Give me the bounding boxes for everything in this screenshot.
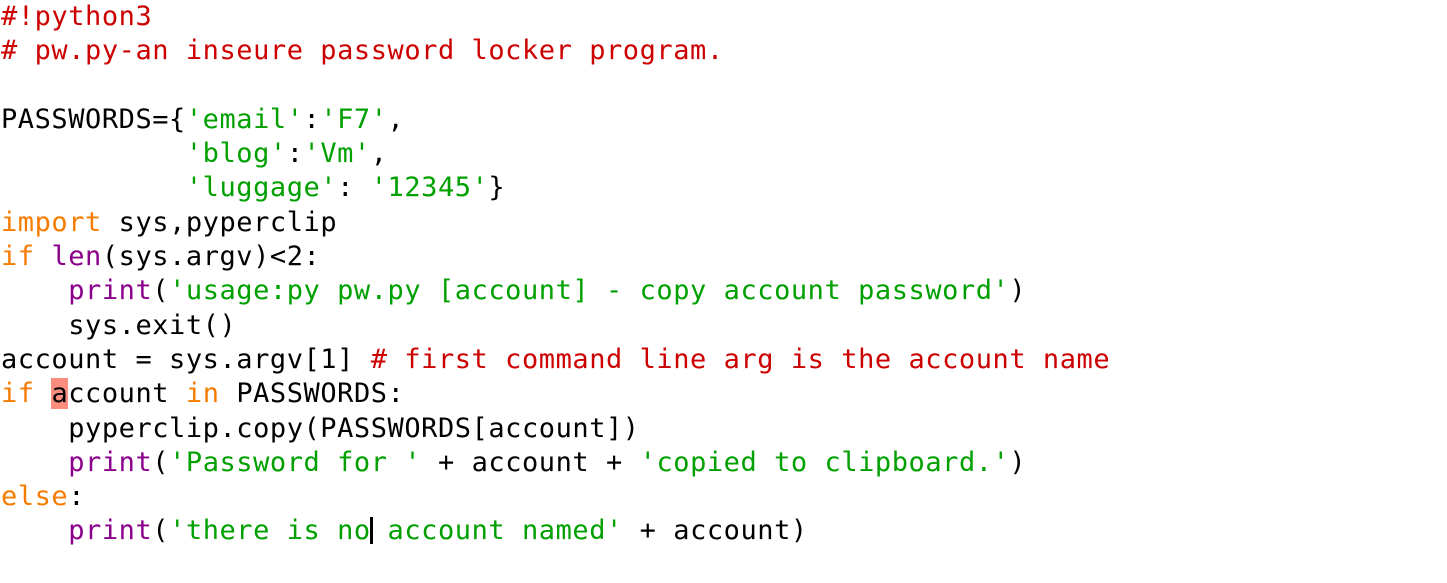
code-token-keyword: if	[1, 378, 35, 410]
code-token-builtin: print	[68, 275, 153, 307]
code-token-plain: sys.exit()	[1, 309, 237, 341]
code-line[interactable]: if len(sys.argv)<2:	[0, 240, 1447, 274]
code-token-plain: (	[152, 275, 170, 307]
code-token-string: account named'	[370, 515, 623, 547]
code-line[interactable]: print('there is no account named' + acco…	[0, 514, 1447, 548]
code-token-plain: pyperclip.copy(PASSWORDS[account])	[1, 412, 640, 444]
code-token-plain: }	[488, 172, 506, 204]
code-line[interactable]: if account in PASSWORDS:	[0, 377, 1447, 411]
code-line[interactable]: sys.exit()	[0, 309, 1447, 343]
code-token-plain: ,	[370, 138, 388, 170]
code-token-string: 'blog'	[185, 138, 287, 170]
code-token-keyword: import	[1, 206, 102, 238]
code-token-plain: + account)	[622, 515, 808, 547]
code-token-string: 'F7'	[320, 103, 388, 135]
code-line[interactable]: pyperclip.copy(PASSWORDS[account])	[0, 412, 1447, 446]
code-line[interactable]: account = sys.argv[1] # first command li…	[0, 343, 1447, 377]
code-token-string: 'Password for '	[169, 446, 422, 478]
code-token-string: 'usage:py pw.py [account] - copy account…	[169, 275, 1010, 307]
code-token-plain: ,	[387, 103, 405, 135]
code-line[interactable]: print('Password for ' + account + 'copie…	[0, 446, 1447, 480]
code-token-plain: PASSWORDS={	[1, 103, 186, 135]
code-editor-canvas[interactable]: #!python3 # pw.py-an inseure password loc…	[0, 0, 1447, 583]
code-line[interactable]: 'luggage': '12345'}	[0, 171, 1447, 205]
code-line[interactable]: # pw.py-an inseure password locker progr…	[0, 34, 1447, 68]
code-token-plain: :	[337, 172, 371, 204]
code-token-plain: :	[286, 138, 304, 170]
code-line[interactable]: else:	[0, 480, 1447, 514]
code-line[interactable]: print('usage:py pw.py [account] - copy a…	[0, 274, 1447, 308]
code-token-plain: account = sys.argv[1]	[1, 343, 371, 375]
code-token-comment: # pw.py-an inseure password locker progr…	[1, 35, 724, 67]
code-token-comment: # first command line arg is the account …	[370, 343, 1111, 375]
code-token-plain: )	[1009, 275, 1027, 307]
code-token-builtin: len	[51, 241, 102, 273]
code-token-builtin: print	[68, 446, 153, 478]
code-token-string: 'copied to clipboard.'	[639, 446, 1010, 478]
code-token-plain: (sys.argv)<2:	[101, 241, 321, 273]
code-line[interactable]: #!python3	[0, 0, 1447, 34]
code-token-plain: + account +	[421, 446, 640, 478]
code-token-keyword: else	[1, 481, 69, 513]
code-token-string: 'email'	[185, 103, 304, 135]
code-token-keyword: if	[1, 241, 35, 273]
code-token-plain: :	[303, 103, 321, 135]
code-token-plain: ccount	[68, 378, 186, 410]
code-token-comment: #!python3	[1, 1, 153, 32]
code-token-string: 'Vm'	[303, 138, 371, 170]
code-token-plain: sys,pyperclip	[101, 206, 338, 238]
code-token-plain: (	[152, 515, 170, 547]
code-line[interactable]: 'blog':'Vm',	[0, 137, 1447, 171]
code-token-plain: )	[1009, 446, 1027, 478]
code-token-string: '12345'	[370, 172, 489, 204]
code-token-plain: PASSWORDS:	[219, 378, 405, 410]
code-token-string: 'there is no	[169, 515, 371, 547]
code-line[interactable]: import sys,pyperclip	[0, 206, 1447, 240]
code-line[interactable]	[0, 69, 1447, 103]
code-line[interactable]: PASSWORDS={'email':'F7',	[0, 103, 1447, 137]
code-token-plain: (	[152, 446, 170, 478]
code-token-plain: :	[68, 481, 86, 513]
code-token-sel: a	[51, 378, 69, 410]
code-token-keyword: in	[185, 378, 220, 410]
code-token-builtin: print	[68, 515, 153, 547]
code-token-string: 'luggage'	[185, 172, 338, 204]
